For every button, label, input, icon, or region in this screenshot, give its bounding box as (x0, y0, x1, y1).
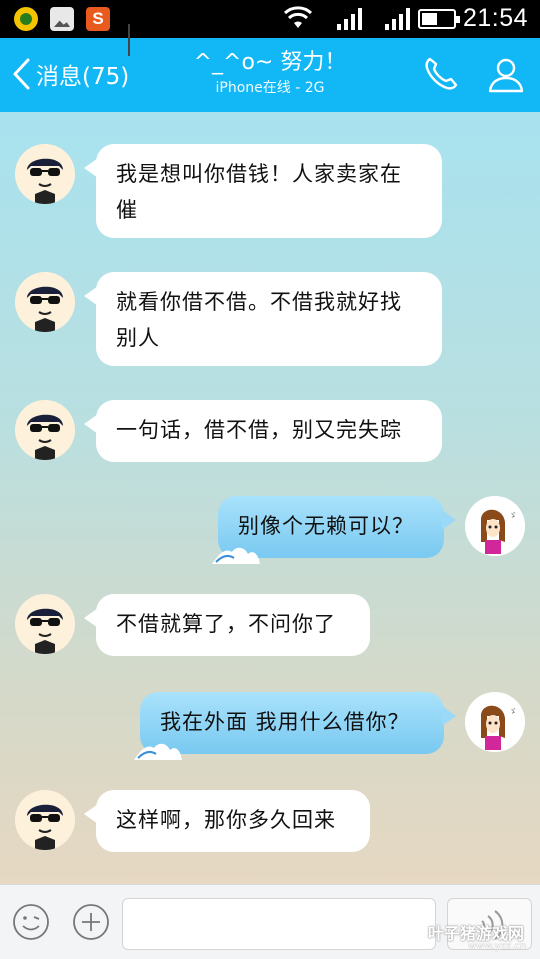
battery-icon (418, 9, 460, 29)
message-text: 就看你借不借。不借我就好找别人 (116, 290, 402, 350)
message-text: 一句话，借不借，别又完失踪 (116, 418, 402, 442)
emoji-icon[interactable] (12, 903, 50, 941)
signal-icon-2 (385, 8, 410, 30)
svg-text:ゞ: ゞ (509, 707, 517, 716)
contact-avatar[interactable] (15, 790, 75, 850)
bubble-wave-decoration (134, 743, 182, 760)
bubble-wave-decoration (212, 547, 260, 564)
my-avatar[interactable]: ゞ (465, 692, 525, 752)
wifi-icon (283, 6, 313, 28)
contact-name: ^_^o~ 努力！ (193, 50, 347, 75)
contact-avatar[interactable] (15, 272, 75, 332)
message-list[interactable]: 我是想叫你借钱！人家卖家在催 就看你借不借。不借我就好找别人 一句话，借不借，别… (0, 112, 540, 884)
message-bubble[interactable]: 一句话，借不借，别又完失踪 (84, 400, 442, 462)
signal-icon (337, 8, 362, 30)
message-bubble[interactable]: 我在外面 我用什么借你？ (134, 692, 456, 760)
back-button[interactable]: 消息(75) (10, 52, 129, 96)
back-label: 消息(75) (36, 64, 130, 90)
message-text: 不借就算了，不问你了 (116, 612, 336, 636)
back-chevron-icon (13, 58, 30, 90)
contact-avatar[interactable] (15, 144, 75, 204)
svg-text:ゞ: ゞ (509, 511, 517, 520)
sogou-icon: S (86, 7, 110, 31)
message-bubble[interactable]: 这样啊，那你多久回来 (84, 790, 370, 852)
message-bubble[interactable]: 不借就算了，不问你了 (84, 594, 370, 656)
watermark-url: www.yzz.cn (468, 941, 527, 952)
message-bubble[interactable]: 别像个无赖可以？ (212, 496, 456, 564)
message-text: 这样啊，那你多久回来 (116, 808, 336, 832)
contact-avatar[interactable] (15, 400, 75, 460)
plus-icon[interactable] (72, 903, 110, 941)
status-bar: S 21:54 (0, 0, 540, 38)
contact-info[interactable]: ^_^o~ 努力！ iPhone在线 - 2G (150, 48, 390, 98)
message-text: 别像个无赖可以？ (238, 514, 414, 538)
phone-icon[interactable] (421, 54, 461, 94)
message-text: 我是想叫你借钱！人家卖家在催 (116, 162, 402, 222)
message-bubble[interactable]: 我是想叫你借钱！人家卖家在催 (84, 144, 442, 238)
gallery-icon (50, 7, 74, 31)
contact-avatar[interactable] (15, 594, 75, 654)
message-text: 我在外面 我用什么借你？ (160, 710, 410, 734)
my-avatar[interactable]: ゞ (465, 496, 525, 556)
chat-header: 消息(75) ^_^o~ 努力！ iPhone在线 - 2G (0, 38, 540, 112)
text-cursor (128, 24, 130, 56)
clock: 21:54 (463, 4, 529, 32)
message-bubble[interactable]: 就看你借不借。不借我就好找别人 (84, 272, 442, 366)
app-notification-icon (14, 7, 38, 31)
online-status: iPhone在线 - 2G (215, 80, 325, 96)
message-input[interactable] (122, 898, 436, 950)
profile-icon[interactable] (486, 54, 526, 94)
